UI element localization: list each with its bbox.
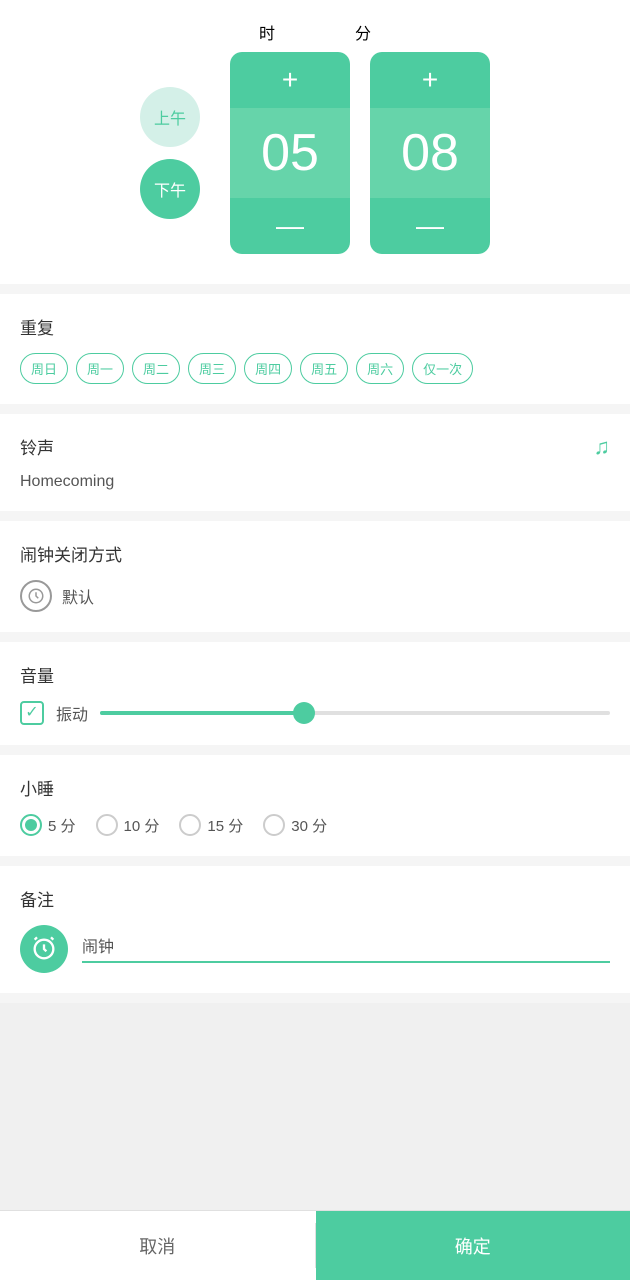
snooze-10min-label: 10 分	[124, 815, 160, 836]
day-friday[interactable]: 周五	[300, 353, 348, 384]
minus-icon: —	[276, 210, 304, 242]
days-row: 周日 周一 周二 周三 周四 周五 周六 仅一次	[20, 353, 610, 384]
cancel-button[interactable]: 取消	[0, 1211, 315, 1280]
snooze-30min-label: 30 分	[291, 815, 327, 836]
notes-input-wrapper	[82, 936, 610, 963]
slider-fill	[100, 711, 304, 715]
minute-spinner: + 08 —	[370, 52, 490, 254]
plus-icon: +	[282, 64, 298, 96]
notes-row	[20, 925, 610, 973]
radio-10min	[96, 814, 118, 836]
snooze-title: 小睡	[20, 775, 610, 800]
minute-decrement-button[interactable]: —	[370, 198, 490, 254]
minute-increment-button[interactable]: +	[370, 52, 490, 108]
snooze-section: 小睡 5 分 10 分 15 分 30 分	[0, 755, 630, 856]
snooze-10min[interactable]: 10 分	[96, 814, 160, 836]
alarm-off-method: 默认	[62, 584, 94, 608]
snooze-15min[interactable]: 15 分	[179, 814, 243, 836]
alarm-off-row[interactable]: 默认	[20, 580, 610, 612]
snooze-5min[interactable]: 5 分	[20, 814, 76, 836]
volume-title: 音量	[20, 662, 610, 687]
minus-icon-min: —	[416, 210, 444, 242]
ringtone-title: 铃声	[20, 434, 610, 459]
music-icon: ♫	[594, 434, 611, 460]
volume-row: ✓ 振动	[20, 701, 610, 725]
notes-title: 备注	[20, 886, 610, 911]
repeat-section: 重复 周日 周一 周二 周三 周四 周五 周六 仅一次	[0, 294, 630, 404]
day-sunday[interactable]: 周日	[20, 353, 68, 384]
repeat-title: 重复	[20, 314, 610, 339]
day-thursday[interactable]: 周四	[244, 353, 292, 384]
day-tuesday[interactable]: 周二	[132, 353, 180, 384]
ringtone-section[interactable]: 铃声 ♫ Homecoming	[0, 414, 630, 511]
snooze-30min[interactable]: 30 分	[263, 814, 327, 836]
confirm-button[interactable]: 确定	[316, 1211, 630, 1280]
day-saturday[interactable]: 周六	[356, 353, 404, 384]
day-once[interactable]: 仅一次	[412, 353, 473, 384]
hour-decrement-button[interactable]: —	[230, 198, 350, 254]
clock-icon	[20, 580, 52, 612]
ringtone-value: Homecoming	[20, 473, 610, 491]
volume-slider[interactable]	[100, 711, 610, 715]
hour-value: 05	[230, 108, 350, 198]
minute-value: 08	[370, 108, 490, 198]
notes-input[interactable]	[82, 936, 610, 954]
alarm-avatar	[20, 925, 68, 973]
hour-increment-button[interactable]: +	[230, 52, 350, 108]
bottom-bar: 取消 确定	[0, 1210, 630, 1280]
hour-spinner: + 05 —	[230, 52, 350, 254]
notes-section: 备注	[0, 866, 630, 993]
time-picker-row: 上午 下午 + 05 — + 08 —	[140, 52, 490, 254]
radio-15min	[179, 814, 201, 836]
day-monday[interactable]: 周一	[76, 353, 124, 384]
time-column-labels: 时 分	[259, 20, 371, 44]
snooze-5min-label: 5 分	[48, 815, 76, 836]
vibrate-checkbox[interactable]: ✓	[20, 701, 44, 725]
am-button[interactable]: 上午	[140, 87, 200, 147]
hour-label: 时	[259, 20, 275, 44]
day-wednesday[interactable]: 周三	[188, 353, 236, 384]
slider-thumb[interactable]	[293, 702, 315, 724]
alarm-off-title: 闹钟关闭方式	[20, 541, 610, 566]
snooze-15min-label: 15 分	[207, 815, 243, 836]
checkmark-icon: ✓	[25, 705, 38, 721]
am-pm-column: 上午 下午	[140, 87, 200, 219]
vibrate-label: 振动	[56, 701, 88, 725]
plus-icon-min: +	[422, 64, 438, 96]
pm-button[interactable]: 下午	[140, 159, 200, 219]
alarm-off-section: 闹钟关闭方式 默认	[0, 521, 630, 632]
time-picker-section: 时 分 上午 下午 + 05 — + 08 —	[0, 0, 630, 284]
spacer	[0, 1003, 630, 1210]
snooze-row: 5 分 10 分 15 分 30 分	[20, 814, 610, 836]
radio-5min	[20, 814, 42, 836]
min-label: 分	[355, 20, 371, 44]
volume-section: 音量 ✓ 振动	[0, 642, 630, 745]
radio-30min	[263, 814, 285, 836]
